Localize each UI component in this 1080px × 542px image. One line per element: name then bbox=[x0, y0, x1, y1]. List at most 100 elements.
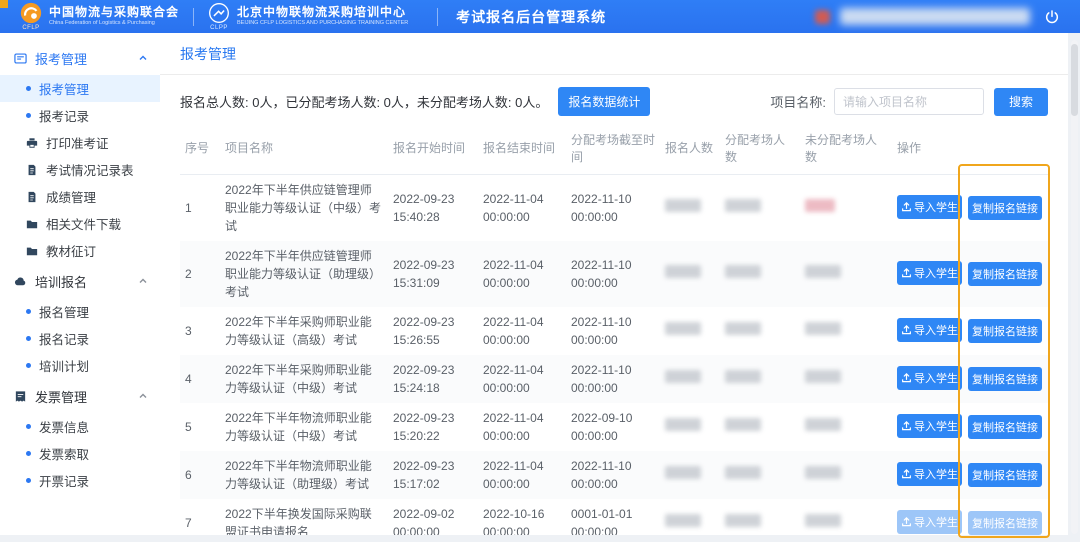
clpp-logo-caption: CLPP bbox=[210, 25, 228, 31]
import-students-button[interactable]: 导入学生 bbox=[897, 317, 962, 342]
assigned-count bbox=[720, 403, 800, 451]
copy-registration-link-button[interactable]: 复制报名链接 bbox=[968, 262, 1042, 287]
allocation-deadline: 2022-09-10 00:00:00 bbox=[571, 410, 633, 443]
project-name: 2022年下半年采购师职业能力等级认证（中级）考试 bbox=[225, 362, 372, 395]
brand-clpp: CLPP 北京中物联物流采购培训中心 BEIJING CFLP LOGISTIC… bbox=[198, 2, 433, 31]
search-button[interactable]: 搜索 bbox=[994, 87, 1048, 116]
sidebar-item-enroll-records[interactable]: 报名记录 bbox=[0, 325, 160, 352]
sidebar-item-label: 报名管理 bbox=[39, 306, 90, 320]
start-time: 2022-09-23 15:20:22 bbox=[393, 410, 455, 443]
column-header: 序号 bbox=[180, 124, 220, 175]
project-name: 2022年下半年物流师职业能力等级认证（中级）考试 bbox=[225, 410, 372, 443]
import-students-button[interactable]: 导入学生 bbox=[897, 509, 962, 534]
annotation-corner-mark bbox=[0, 0, 8, 8]
redacted-value bbox=[805, 465, 841, 479]
copy-link-label: 复制报名链接 bbox=[972, 470, 1038, 483]
user-badge-redacted bbox=[815, 9, 830, 24]
chevron-up-icon bbox=[138, 391, 148, 401]
copy-registration-link-button[interactable]: 复制报名链接 bbox=[968, 196, 1042, 221]
folder-icon bbox=[26, 218, 38, 230]
vertical-scrollbar[interactable] bbox=[1071, 40, 1078, 534]
sidebar-item-file-download[interactable]: 相关文件下载 bbox=[0, 210, 160, 237]
start-time: 2022-09-02 00:00:00 bbox=[393, 506, 455, 535]
doc-icon bbox=[26, 191, 38, 203]
copy-registration-link-button[interactable]: 复制报名链接 bbox=[968, 415, 1042, 440]
doc-icon bbox=[26, 164, 38, 176]
sidebar-item-invoice-info[interactable]: 发票信息 bbox=[0, 413, 160, 440]
registered-count bbox=[660, 174, 720, 241]
import-students-button[interactable]: 导入学生 bbox=[897, 260, 962, 285]
sidebar-item-exam-record-sheet[interactable]: 考试情况记录表 bbox=[0, 156, 160, 183]
import-students-label: 导入学生 bbox=[914, 324, 958, 337]
redacted-value bbox=[725, 264, 761, 278]
upload-icon bbox=[901, 324, 912, 335]
sidebar-section-training-enroll[interactable]: 培训报名 bbox=[0, 264, 160, 298]
top-header: CFLP 中国物流与采购联合会 China Federation of Logi… bbox=[0, 0, 1080, 33]
sidebar-item-exam-apply-mgmt[interactable]: 报考管理 bbox=[0, 75, 160, 102]
allocation-deadline: 2022-11-10 00:00:00 bbox=[571, 362, 632, 395]
import-students-button[interactable]: 导入学生 bbox=[897, 365, 962, 390]
allocation-deadline: 2022-11-10 00:00:00 bbox=[571, 257, 632, 290]
project-name-input[interactable] bbox=[834, 88, 984, 115]
redacted-value bbox=[805, 513, 841, 527]
printer-icon bbox=[26, 137, 38, 149]
user-area bbox=[815, 5, 1070, 29]
row-index: 7 bbox=[185, 515, 192, 530]
end-time: 2022-11-04 00:00:00 bbox=[483, 410, 544, 443]
sidebar-item-exam-apply-records[interactable]: 报考记录 bbox=[0, 102, 160, 129]
sidebar-item-label: 开票记录 bbox=[39, 475, 90, 489]
assigned-count bbox=[720, 499, 800, 535]
operations-cell: 导入学生 复制报名链接 bbox=[892, 174, 1048, 241]
upload-icon bbox=[901, 201, 912, 212]
project-name-label: 项目名称: bbox=[770, 95, 826, 110]
copy-registration-link-button[interactable]: 复制报名链接 bbox=[968, 463, 1042, 488]
sidebar-item-invoice-request[interactable]: 发票索取 bbox=[0, 440, 160, 467]
bullet-dot-icon bbox=[26, 309, 31, 314]
import-students-button[interactable]: 导入学生 bbox=[897, 413, 962, 438]
bullet-dot-icon bbox=[26, 451, 31, 456]
sidebar: 报考管理 报考管理 报考记录 打印准考证 考试情况记录表 成绩管理 相关文件下载 教材征订 培训… bbox=[0, 33, 160, 535]
import-students-button[interactable]: 导入学生 bbox=[897, 461, 962, 486]
sidebar-item-label: 报名记录 bbox=[39, 333, 90, 347]
operations-cell: 导入学生 复制报名链接 bbox=[892, 403, 1048, 451]
copy-registration-link-button[interactable]: 复制报名链接 bbox=[968, 319, 1042, 344]
copy-link-label: 复制报名链接 bbox=[972, 269, 1038, 282]
table-row: 1 2022年下半年供应链管理师职业能力等级认证（中级）考试 2022-09-23 … bbox=[180, 174, 1048, 241]
logout-button[interactable] bbox=[1040, 5, 1064, 29]
sidebar-item-textbook-order[interactable]: 教材征订 bbox=[0, 237, 160, 264]
start-time: 2022-09-23 15:40:28 bbox=[393, 191, 455, 224]
project-name: 2022年下半年供应链管理师职业能力等级认证（中级）考试 bbox=[225, 182, 382, 233]
header-divider bbox=[437, 7, 439, 26]
copy-registration-link-button[interactable]: 复制报名链接 bbox=[968, 511, 1042, 535]
sidebar-section-invoice[interactable]: 发票管理 bbox=[0, 379, 160, 413]
unassigned-count bbox=[800, 174, 892, 241]
redacted-value bbox=[805, 417, 841, 431]
sidebar-item-enroll-mgmt[interactable]: 报名管理 bbox=[0, 298, 160, 325]
start-time: 2022-09-23 15:31:09 bbox=[393, 257, 455, 290]
row-index: 6 bbox=[185, 467, 192, 482]
folder-icon bbox=[26, 245, 38, 257]
upload-icon bbox=[901, 468, 912, 479]
stats-report-button[interactable]: 报名数据统计 bbox=[558, 87, 651, 116]
scrollbar-thumb[interactable] bbox=[1071, 44, 1078, 116]
column-header: 项目名称 bbox=[220, 124, 388, 175]
sidebar-item-training-plan[interactable]: 培训计划 bbox=[0, 352, 160, 379]
redacted-value bbox=[805, 264, 841, 278]
column-header: 操作 bbox=[892, 124, 1048, 175]
redacted-value bbox=[665, 369, 701, 383]
bullet-dot-icon bbox=[26, 424, 31, 429]
import-students-button[interactable]: 导入学生 bbox=[897, 194, 962, 219]
assigned-count bbox=[720, 307, 800, 355]
sidebar-item-score-mgmt[interactable]: 成绩管理 bbox=[0, 183, 160, 210]
sidebar-item-print-admission-ticket[interactable]: 打印准考证 bbox=[0, 129, 160, 156]
copy-link-label: 复制报名链接 bbox=[972, 374, 1038, 387]
copy-registration-link-button[interactable]: 复制报名链接 bbox=[968, 367, 1042, 392]
start-time: 2022-09-23 15:17:02 bbox=[393, 458, 455, 491]
sidebar-item-invoice-records[interactable]: 开票记录 bbox=[0, 467, 160, 494]
column-header: 未分配考场人数 bbox=[800, 124, 892, 175]
copy-link-label: 复制报名链接 bbox=[972, 422, 1038, 435]
bullet-dot-icon bbox=[26, 113, 31, 118]
org1-name: 中国物流与采购联合会 bbox=[49, 5, 180, 20]
header-divider bbox=[193, 7, 195, 26]
sidebar-section-exam-apply[interactable]: 报考管理 bbox=[0, 41, 160, 75]
